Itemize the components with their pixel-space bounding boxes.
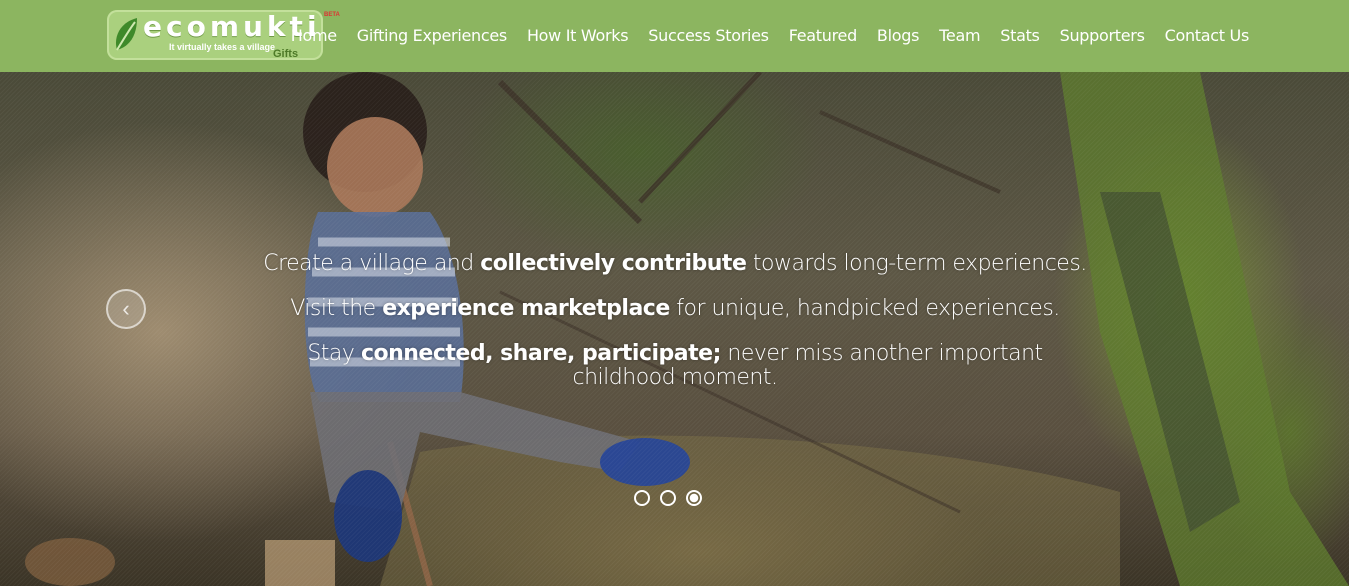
- caption-1-pre: Create a village and: [263, 251, 481, 276]
- nav-item-gifting-experiences: Gifting Experiences: [357, 26, 507, 46]
- carousel-indicators: [634, 490, 712, 506]
- hero-caption-3: Stay connected, share, participate; neve…: [250, 342, 1100, 390]
- hero-carousel: ‹ Create a village and collectively cont…: [0, 72, 1349, 586]
- leaf-icon: [115, 18, 137, 51]
- main-nav: Home Gifting Experiences How It Works Su…: [271, 0, 1250, 72]
- nav-item-contact-us: Contact Us: [1165, 26, 1250, 46]
- hero-caption-1: Create a village and collectively contri…: [250, 252, 1100, 276]
- caption-2-pre: Visit the: [290, 296, 383, 321]
- nav-item-supporters: Supporters: [1060, 26, 1145, 46]
- hero-caption-2: Visit the experience marketplace for uni…: [250, 297, 1100, 321]
- nav-link-success-stories[interactable]: Success Stories: [648, 26, 769, 45]
- carousel-dot-2[interactable]: [660, 490, 676, 506]
- carousel-dot-3[interactable]: [686, 490, 702, 506]
- carousel-prev-button[interactable]: ‹: [106, 289, 146, 329]
- navbar: ecomukti It virtually takes a village Gi…: [0, 0, 1349, 72]
- nav-item-featured: Featured: [789, 26, 858, 46]
- nav-link-home[interactable]: Home: [291, 26, 337, 45]
- nav-link-gifting-experiences[interactable]: Gifting Experiences: [357, 26, 507, 45]
- caption-2-bold: experience marketplace: [382, 296, 670, 321]
- nav-item-success-stories: Success Stories: [648, 26, 769, 46]
- nav-item-how-it-works: How It Works: [527, 26, 629, 46]
- nav-item-blogs: Blogs: [877, 26, 920, 46]
- caption-2-post: for unique, handpicked experiences.: [669, 296, 1060, 321]
- caption-3-bold: connected, share, participate;: [360, 341, 721, 366]
- caption-1-bold: collectively contribute: [480, 251, 747, 276]
- carousel-dot-1[interactable]: [634, 490, 650, 506]
- nav-link-blogs[interactable]: Blogs: [877, 26, 920, 45]
- chevron-left-icon: ‹: [122, 296, 130, 321]
- logo-tagline: It virtually takes a village: [169, 42, 276, 52]
- nav-link-supporters[interactable]: Supporters: [1060, 26, 1145, 45]
- nav-item-stats: Stats: [1000, 26, 1040, 46]
- nav-link-contact-us[interactable]: Contact Us: [1165, 26, 1250, 45]
- nav-link-team[interactable]: Team: [939, 26, 980, 45]
- hero-captions: Create a village and collectively contri…: [250, 252, 1100, 411]
- nav-link-featured[interactable]: Featured: [789, 26, 858, 45]
- nav-link-stats[interactable]: Stats: [1000, 26, 1040, 45]
- caption-1-post: towards long-term experiences.: [746, 251, 1087, 276]
- nav-item-home: Home: [291, 26, 337, 46]
- caption-3-pre: Stay: [307, 341, 361, 366]
- nav-item-team: Team: [939, 26, 980, 46]
- nav-link-how-it-works[interactable]: How It Works: [527, 26, 629, 45]
